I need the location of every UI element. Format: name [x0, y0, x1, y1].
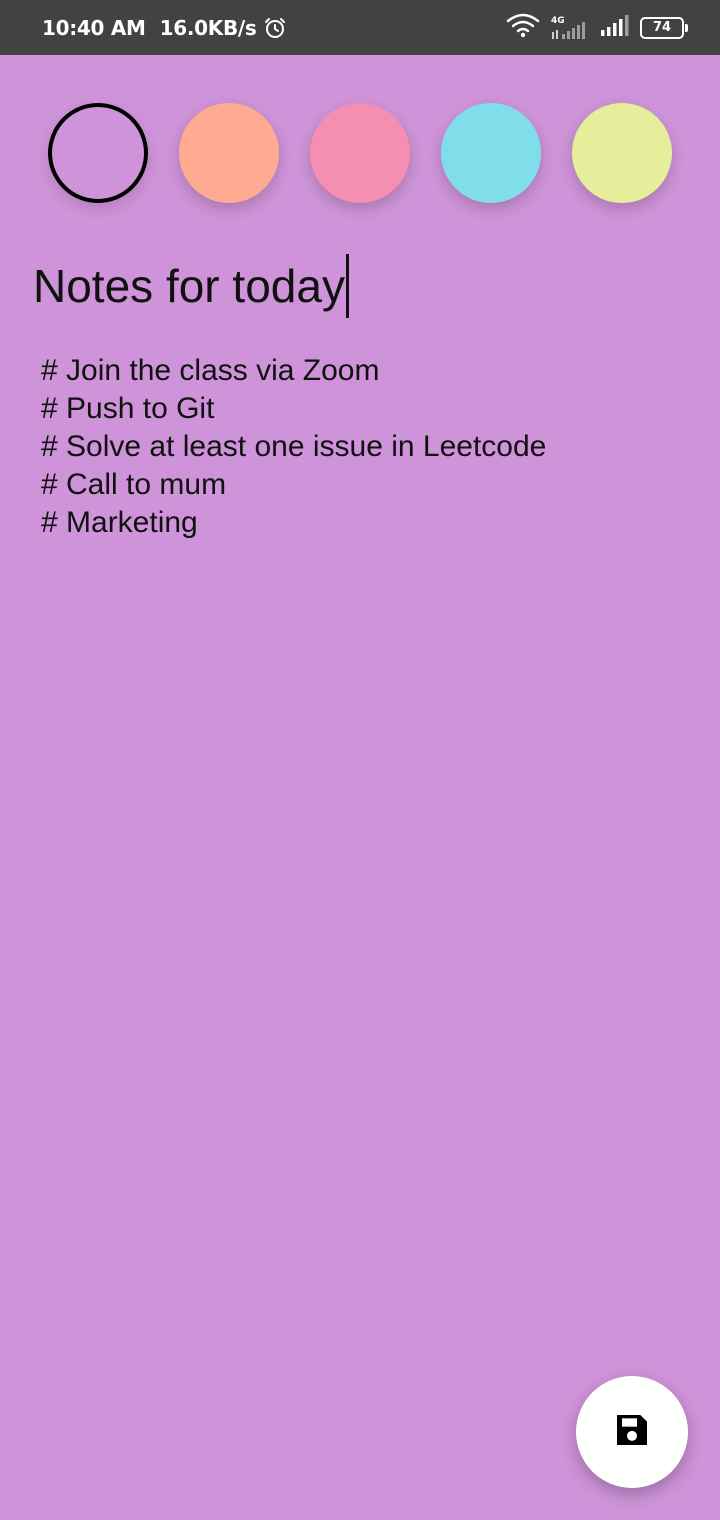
note-title-text: Notes for today	[33, 260, 345, 312]
note-line: # Call to mum	[41, 468, 227, 501]
color-swatch-orange[interactable]	[179, 103, 279, 203]
status-bar: 10:40 AM 16.0KB/s 4G 74	[0, 0, 720, 55]
alarm-icon	[263, 16, 287, 40]
save-icon	[612, 1410, 652, 1455]
note-line: # Marketing	[41, 506, 198, 539]
signal-4g-icon: 4G	[550, 15, 590, 41]
color-swatch-purple[interactable]	[48, 103, 148, 203]
note-title-input[interactable]: Notes for today	[33, 254, 349, 318]
status-network-speed: 16.0KB/s	[159, 15, 257, 40]
status-right: 4G 74	[506, 0, 688, 55]
battery-icon: 74	[640, 16, 688, 39]
battery-level: 74	[652, 20, 672, 35]
status-left: 10:40 AM 16.0KB/s	[42, 0, 287, 55]
note-line: # Push to Git	[41, 392, 215, 425]
network-type-label: 4G	[551, 16, 565, 26]
status-time: 10:40 AM	[42, 15, 146, 40]
note-body-input[interactable]: # Join the class via Zoom # Push to Git …	[41, 352, 546, 542]
color-swatch-pink[interactable]	[310, 103, 410, 203]
signal-icon	[600, 13, 630, 42]
color-swatch-cyan[interactable]	[441, 103, 541, 203]
color-picker	[48, 103, 672, 203]
note-line: # Solve at least one issue in Leetcode	[41, 430, 547, 463]
save-button[interactable]	[576, 1376, 688, 1488]
color-swatch-yellow[interactable]	[572, 103, 672, 203]
note-line: # Join the class via Zoom	[41, 354, 380, 387]
wifi-icon	[506, 12, 540, 43]
text-cursor	[345, 254, 349, 318]
